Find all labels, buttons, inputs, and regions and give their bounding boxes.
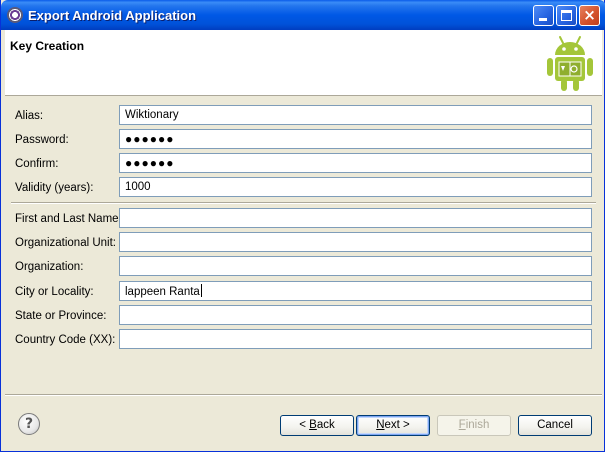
org-unit-input[interactable] bbox=[119, 232, 592, 252]
finish-rest: inish bbox=[465, 419, 490, 431]
confirm-password-input[interactable]: ●●●●●● bbox=[119, 153, 592, 173]
alias-label: Alias: bbox=[15, 110, 44, 122]
confirm-label: Confirm: bbox=[15, 158, 59, 170]
title-bar[interactable]: Export Android Application × bbox=[1, 0, 605, 30]
next-mnemonic: N bbox=[376, 419, 385, 431]
name-label: First and Last Name: bbox=[15, 213, 122, 225]
organization-label: Organization: bbox=[15, 261, 84, 273]
name-input[interactable] bbox=[119, 208, 592, 228]
alias-input[interactable]: Wiktionary bbox=[119, 105, 592, 125]
back-prefix: < bbox=[299, 419, 310, 431]
footer-separator bbox=[5, 394, 602, 396]
maximize-icon bbox=[561, 10, 572, 21]
form-separator bbox=[11, 202, 596, 204]
back-mnemonic: B bbox=[309, 419, 317, 431]
city-input[interactable]: lappeen Ranta bbox=[119, 281, 592, 301]
next-button[interactable]: Next > bbox=[356, 415, 430, 436]
page-title: Key Creation bbox=[10, 39, 85, 53]
minimize-button[interactable] bbox=[533, 5, 554, 26]
android-robot-icon bbox=[547, 36, 593, 91]
city-label: City or Locality: bbox=[15, 286, 94, 298]
finish-mnemonic: F bbox=[458, 419, 466, 431]
close-icon: × bbox=[583, 6, 596, 24]
validity-label: Validity (years): bbox=[15, 182, 94, 194]
password-input[interactable]: ●●●●●● bbox=[119, 129, 592, 149]
state-label: State or Province: bbox=[15, 310, 107, 322]
back-button[interactable]: < Back bbox=[280, 415, 354, 436]
eclipse-icon bbox=[7, 7, 23, 23]
window-title: Export Android Application bbox=[28, 8, 197, 23]
wizard-header: Key Creation bbox=[5, 30, 602, 96]
organization-input[interactable] bbox=[119, 256, 592, 276]
close-button[interactable]: × bbox=[579, 5, 600, 26]
country-code-input[interactable] bbox=[119, 329, 592, 349]
maximize-button[interactable] bbox=[556, 5, 577, 26]
state-input[interactable] bbox=[119, 305, 592, 325]
finish-button[interactable]: Finish bbox=[437, 415, 511, 436]
next-rest: ext > bbox=[384, 419, 410, 431]
key-form: Alias: Wiktionary Password: ●●●●●● Confi… bbox=[5, 97, 602, 394]
cancel-button[interactable]: Cancel bbox=[518, 415, 592, 436]
help-button[interactable]: ? bbox=[18, 413, 40, 435]
back-rest: ack bbox=[316, 419, 335, 431]
country-label: Country Code (XX): bbox=[15, 334, 116, 346]
export-dialog: Export Android Application × Key Creatio… bbox=[0, 0, 605, 452]
city-value: lappeen Ranta bbox=[125, 286, 200, 298]
org-unit-label: Organizational Unit: bbox=[15, 237, 116, 249]
password-label: Password: bbox=[15, 134, 69, 146]
text-caret bbox=[200, 284, 202, 297]
minimize-icon bbox=[539, 18, 547, 21]
validity-input[interactable]: 1000 bbox=[119, 177, 592, 197]
